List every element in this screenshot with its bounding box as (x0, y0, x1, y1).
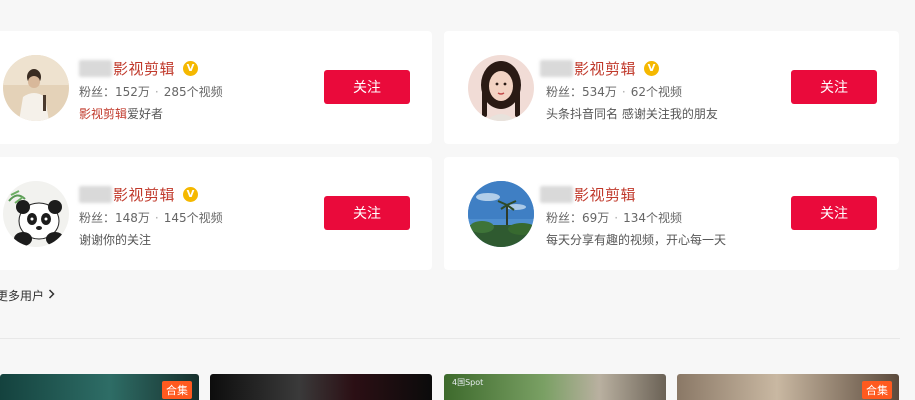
blurred-name-prefix (79, 59, 112, 77)
separator: · (614, 211, 619, 225)
user-card[interactable]: 影视剪辑 V 粉丝：152万 · 285个视频 影视剪辑爱好者 关注 (0, 31, 432, 144)
avatar[interactable] (468, 55, 534, 121)
thumbnail-caption: 4国Spot (452, 378, 484, 387)
follow-button[interactable]: 关注 (324, 196, 410, 230)
video-thumbnail[interactable]: 4国Spot (444, 374, 666, 400)
user-name[interactable]: 影视剪辑 (574, 184, 636, 205)
user-name[interactable]: 影视剪辑 (113, 58, 175, 79)
description-rest: 爱好者 (127, 107, 164, 121)
separator: · (154, 211, 159, 225)
verified-icon: V (183, 60, 199, 76)
avatar[interactable] (3, 181, 69, 247)
follow-button[interactable]: 关注 (324, 70, 410, 104)
more-users-label: 更多用户 (0, 289, 45, 303)
video-count: 285个视频 (163, 85, 223, 99)
follow-button[interactable]: 关注 (791, 196, 877, 230)
avatar[interactable] (3, 55, 69, 121)
video-thumbnail[interactable]: 合集 (677, 374, 899, 400)
user-name-row[interactable]: 影视剪辑 V (79, 57, 199, 79)
user-description: 头条抖音同名 感谢关注我的朋友 (546, 107, 718, 121)
fans-count: 粉丝：152万 (79, 85, 150, 99)
verified-icon: V (644, 60, 660, 76)
user-stats: 粉丝：148万 · 145个视频 (79, 209, 223, 226)
user-stats: 粉丝：69万 · 134个视频 (546, 209, 682, 226)
collection-badge: 合集 (162, 381, 192, 399)
user-name[interactable]: 影视剪辑 (574, 58, 636, 79)
user-name-row[interactable]: 影视剪辑 (540, 183, 636, 205)
video-count: 62个视频 (630, 85, 683, 99)
blurred-name-prefix (79, 185, 112, 203)
user-description: 每天分享有趣的视频，开心每一天 (546, 233, 727, 247)
section-divider (0, 338, 900, 339)
blurred-name-prefix (540, 185, 573, 203)
user-stats: 粉丝：152万 · 285个视频 (79, 83, 223, 100)
separator: · (154, 85, 159, 99)
user-card[interactable]: 影视剪辑 V 粉丝：148万 · 145个视频 谢谢你的关注 关注 (0, 157, 432, 270)
user-description: 谢谢你的关注 (79, 233, 152, 247)
separator: · (621, 85, 626, 99)
fans-count: 粉丝：148万 (79, 211, 150, 225)
avatar[interactable] (468, 181, 534, 247)
more-users-link[interactable]: 更多用户 (0, 287, 55, 304)
video-thumbnail[interactable]: 合集 (0, 374, 199, 400)
user-card[interactable]: 影视剪辑 V 粉丝：534万 · 62个视频 头条抖音同名 感谢关注我的朋友 关注 (444, 31, 899, 144)
verified-icon: V (183, 186, 199, 202)
chevron-right-icon (48, 289, 55, 302)
user-card[interactable]: 影视剪辑 粉丝：69万 · 134个视频 每天分享有趣的视频，开心每一天 关注 (444, 157, 899, 270)
blurred-name-prefix (540, 59, 573, 77)
fans-count: 粉丝：69万 (546, 211, 610, 225)
follow-button[interactable]: 关注 (791, 70, 877, 104)
video-count: 134个视频 (623, 211, 683, 225)
user-name-row[interactable]: 影视剪辑 V (540, 57, 660, 79)
fans-count: 粉丝：534万 (546, 85, 617, 99)
user-stats: 粉丝：534万 · 62个视频 (546, 83, 682, 100)
video-count: 145个视频 (163, 211, 223, 225)
user-description: 影视剪辑爱好者 (79, 105, 163, 122)
user-name-row[interactable]: 影视剪辑 V (79, 183, 199, 205)
user-name[interactable]: 影视剪辑 (113, 184, 175, 205)
video-thumbnail[interactable] (210, 374, 432, 400)
collection-badge: 合集 (862, 381, 892, 399)
description-highlight: 影视剪辑 (79, 107, 128, 121)
